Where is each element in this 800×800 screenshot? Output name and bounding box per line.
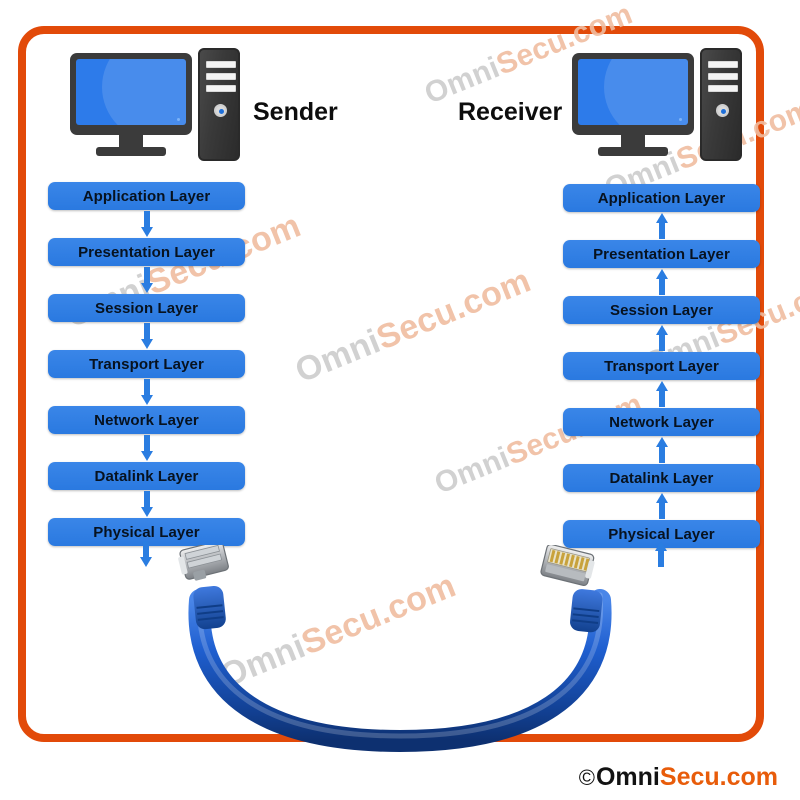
layer-label: Network Layer [609, 413, 714, 431]
sender-layer-datalink-layer[interactable]: Datalink Layer [48, 462, 245, 490]
layer-connector [48, 378, 245, 406]
drive-bay-icon [206, 85, 236, 92]
receiver-layer-stack: Application Layer Presentation Layer Sessi… [563, 184, 760, 548]
power-button-icon [716, 104, 729, 117]
computer-tower [700, 48, 742, 161]
layer-connector [48, 434, 245, 462]
logo-text-b: Secu.com [659, 763, 778, 791]
layer-label: Datalink Layer [94, 467, 199, 485]
receiver-layer-presentation-layer[interactable]: Presentation Layer [563, 240, 760, 268]
arrow-up-icon [655, 437, 668, 463]
layer-label: Presentation Layer [593, 245, 730, 263]
receiver-computer-icon [572, 48, 742, 168]
drive-bay-icon [708, 61, 738, 68]
receiver-label: Receiver [458, 98, 563, 126]
drive-bay-icon [708, 85, 738, 92]
layer-connector [563, 268, 760, 296]
sender-layer-transport-layer[interactable]: Transport Layer [48, 350, 245, 378]
layer-label: Physical Layer [93, 523, 200, 541]
sender-layer-application-layer[interactable]: Application Layer [48, 182, 245, 210]
layer-label: Network Layer [94, 411, 199, 429]
monitor-stand-base [96, 147, 166, 156]
layer-label: Transport Layer [604, 357, 719, 375]
drive-bay-icon [206, 73, 236, 80]
layer-label: Application Layer [597, 189, 726, 207]
power-button-icon [214, 104, 227, 117]
layer-connector [563, 324, 760, 352]
omnisecu-logo: © Omni Secu.com [579, 763, 778, 792]
layer-connector [563, 380, 760, 408]
monitor-led-icon [177, 118, 180, 121]
diagram-canvas: OmniSecu.com OmniSecu.com OmniSecu.com O… [0, 0, 800, 800]
layer-connector [48, 210, 245, 238]
sender-layer-presentation-layer[interactable]: Presentation Layer [48, 238, 245, 266]
receiver-layer-session-layer[interactable]: Session Layer [563, 296, 760, 324]
monitor-led-icon [679, 118, 682, 121]
arrow-down-icon [140, 211, 153, 237]
layer-connector [48, 490, 245, 518]
sender-layer-session-layer[interactable]: Session Layer [48, 294, 245, 322]
layer-connector [48, 266, 245, 294]
receiver-layer-transport-layer[interactable]: Transport Layer [563, 352, 760, 380]
layer-label: Presentation Layer [78, 243, 215, 261]
layer-connector [563, 492, 760, 520]
arrow-down-icon [140, 379, 153, 405]
monitor-screen [578, 59, 688, 125]
sender-computer-icon [70, 48, 240, 168]
layer-label: Session Layer [94, 299, 199, 317]
layer-label: Physical Layer [608, 525, 715, 543]
arrow-up-icon [655, 541, 667, 567]
copyright-icon: © [578, 764, 595, 790]
arrow-up-icon [655, 269, 668, 295]
computer-tower [198, 48, 240, 161]
receiver-layer-application-layer[interactable]: Application Layer [563, 184, 760, 212]
arrow-down-icon [140, 491, 153, 517]
arrow-up-icon [655, 325, 668, 351]
logo-text-a: Omni [595, 763, 660, 791]
layer-label: Session Layer [609, 301, 714, 319]
layer-label: Application Layer [82, 187, 211, 205]
layer-label: Transport Layer [89, 355, 204, 373]
layer-connector [563, 212, 760, 240]
receiver-layer-network-layer[interactable]: Network Layer [563, 408, 760, 436]
sender-layer-network-layer[interactable]: Network Layer [48, 406, 245, 434]
drive-bay-icon [708, 73, 738, 80]
cable-to-receiver-arrow [655, 541, 667, 567]
arrow-up-icon [655, 381, 668, 407]
arrow-up-icon [655, 493, 668, 519]
monitor-body [572, 53, 694, 135]
ethernet-cable-graphic [178, 540, 612, 753]
sender-layer-stack: Application Layer Presentation Layer Sessi… [48, 182, 245, 546]
arrow-down-icon [140, 267, 153, 293]
arrow-up-icon [655, 213, 668, 239]
layer-connector [48, 322, 245, 350]
monitor-stand-base [598, 147, 668, 156]
sender-label: Sender [253, 98, 338, 126]
layer-connector [563, 436, 760, 464]
arrow-down-icon [140, 435, 153, 461]
receiver-layer-datalink-layer[interactable]: Datalink Layer [563, 464, 760, 492]
drive-bay-icon [206, 61, 236, 68]
monitor-body [70, 53, 192, 135]
ethernet-cable [150, 540, 650, 760]
layer-label: Datalink Layer [609, 469, 714, 487]
monitor-screen [76, 59, 186, 125]
arrow-down-icon [140, 323, 153, 349]
